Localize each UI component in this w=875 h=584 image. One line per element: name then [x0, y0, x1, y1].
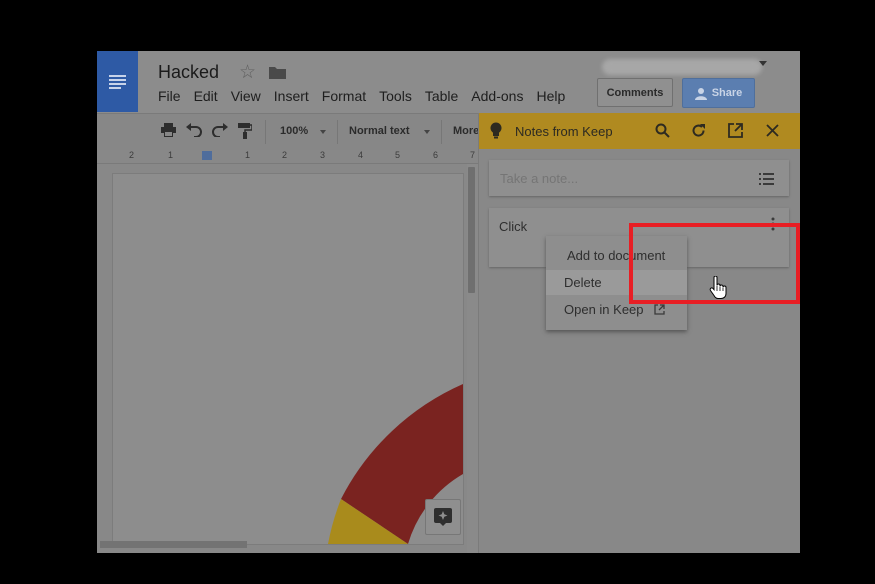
style-caret-icon[interactable]	[424, 130, 430, 134]
explore-icon	[434, 508, 452, 526]
embedded-chart-image[interactable]	[113, 174, 463, 544]
print-icon[interactable]	[161, 123, 176, 142]
keep-side-panel: Notes from Keep Click	[478, 113, 800, 553]
menu-tools[interactable]: Tools	[379, 88, 412, 104]
formatting-toolbar: 100% Normal text More	[97, 113, 479, 151]
zoom-select[interactable]: 100%	[280, 125, 308, 137]
horizontal-scrollbar[interactable]	[100, 541, 247, 548]
vertical-scrollbar[interactable]	[468, 167, 475, 293]
docs-header: Hacked ☆ File Edit View Insert Format To…	[97, 51, 800, 113]
zoom-caret-icon[interactable]	[320, 130, 326, 134]
menu-item-label: Delete	[564, 275, 602, 290]
menu-view[interactable]: View	[231, 88, 261, 104]
document-title[interactable]: Hacked	[158, 62, 219, 83]
open-in-new-icon	[654, 304, 665, 315]
star-icon[interactable]: ☆	[239, 61, 256, 84]
refresh-icon[interactable]	[691, 123, 706, 143]
undo-icon[interactable]	[186, 123, 202, 142]
take-note-box[interactable]	[489, 160, 789, 196]
ruler-label: 2	[282, 150, 288, 160]
take-note-input[interactable]	[500, 171, 740, 186]
explore-button[interactable]	[425, 499, 461, 535]
docs-home-icon[interactable]	[97, 51, 138, 112]
paragraph-style-select[interactable]: Normal text	[349, 125, 410, 137]
ruler-label: 3	[320, 150, 326, 160]
close-icon[interactable]	[766, 124, 779, 142]
more-toolbar-button[interactable]: More	[453, 125, 479, 137]
ruler-label: 5	[395, 150, 401, 160]
ruler-label: 1	[245, 150, 251, 160]
keep-panel-title: Notes from Keep	[515, 124, 613, 139]
menu-addons[interactable]: Add-ons	[471, 88, 523, 104]
indent-marker[interactable]	[202, 151, 212, 160]
document-canvas[interactable]	[97, 164, 478, 553]
redo-icon[interactable]	[212, 123, 228, 142]
comments-button[interactable]: Comments	[597, 78, 673, 107]
menu-edit[interactable]: Edit	[194, 88, 218, 104]
menu-insert[interactable]: Insert	[274, 88, 309, 104]
ruler-label: 1	[168, 150, 174, 160]
share-button[interactable]: Share	[682, 78, 755, 108]
search-icon[interactable]	[655, 123, 670, 143]
person-icon	[694, 87, 707, 100]
ruler: 2 1 1 2 3 4 5 6 7	[97, 150, 478, 164]
menu-bar: File Edit View Insert Format Tools Table…	[158, 88, 578, 104]
ruler-label: 7	[470, 150, 476, 160]
menu-format[interactable]: Format	[322, 88, 366, 104]
note-text: Click	[499, 219, 528, 234]
ruler-label: 4	[358, 150, 364, 160]
hand-cursor-icon	[709, 275, 727, 305]
menu-file[interactable]: File	[158, 88, 181, 104]
menu-help[interactable]: Help	[536, 88, 565, 104]
document-page[interactable]	[112, 173, 464, 545]
open-in-new-icon[interactable]	[728, 123, 743, 143]
folder-icon[interactable]	[269, 66, 286, 84]
account-caret-icon[interactable]	[759, 61, 767, 66]
keep-panel-header: Notes from Keep	[479, 113, 800, 149]
ruler-label: 6	[433, 150, 439, 160]
lightbulb-icon	[490, 122, 502, 144]
new-list-icon[interactable]	[759, 172, 774, 190]
account-email-redacted[interactable]	[602, 59, 762, 75]
menu-table[interactable]: Table	[425, 88, 458, 104]
ruler-label: 2	[129, 150, 135, 160]
paint-format-icon[interactable]	[238, 123, 253, 144]
share-label: Share	[711, 87, 743, 99]
